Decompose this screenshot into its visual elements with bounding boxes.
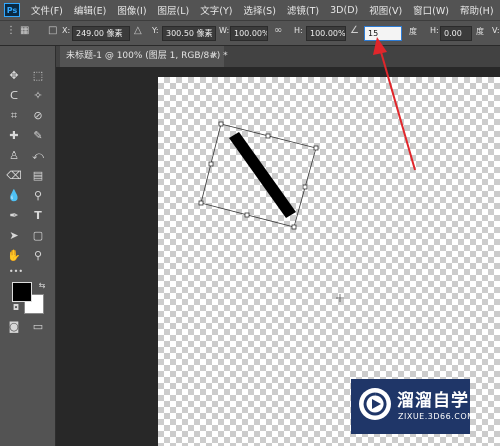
transform-center-icon[interactable] xyxy=(336,294,344,302)
transform-handle[interactable] xyxy=(302,184,308,190)
annotation-arrow-head xyxy=(373,37,387,55)
watermark-logo-icon xyxy=(359,388,391,420)
watermark-badge: 溜溜自学 ZIXUE.3D66.COM xyxy=(351,379,474,434)
rotated-black-bar xyxy=(229,132,296,218)
transform-handle[interactable] xyxy=(198,200,204,206)
transform-handle[interactable] xyxy=(244,212,250,218)
watermark-url: ZIXUE.3D66.COM xyxy=(398,412,475,421)
transform-handle[interactable] xyxy=(218,121,224,127)
annotation-arrow xyxy=(380,51,416,171)
transform-handle[interactable] xyxy=(265,133,271,139)
transform-handle[interactable] xyxy=(291,224,297,230)
foreground-color-swatch[interactable] xyxy=(12,282,32,302)
transform-handle[interactable] xyxy=(208,161,214,167)
watermark-title: 溜溜自学 xyxy=(397,391,469,411)
transform-handle[interactable] xyxy=(313,145,319,151)
